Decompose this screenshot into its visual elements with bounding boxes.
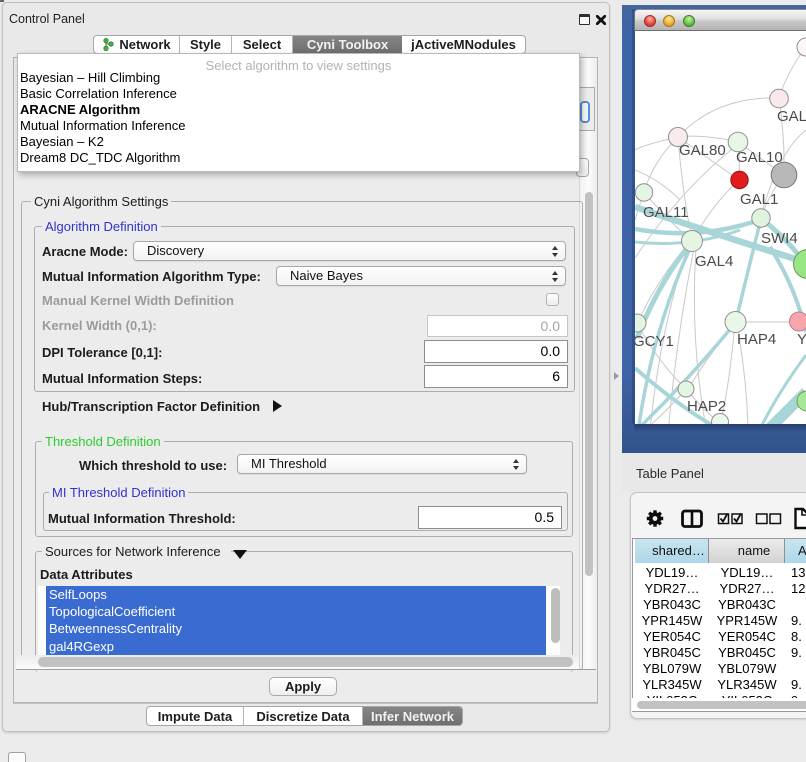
svg-text:SWI4: SWI4 [761, 230, 798, 247]
svg-text:GAL7: GAL7 [777, 108, 806, 125]
svg-text:GAL11: GAL11 [643, 204, 689, 221]
svg-text:GAL80: GAL80 [679, 142, 726, 159]
svg-text:HAP4: HAP4 [737, 331, 776, 348]
svg-text:GCY1: GCY1 [635, 333, 674, 350]
svg-text:GAL1: GAL1 [740, 191, 778, 208]
svg-text:HAP2: HAP2 [687, 398, 726, 415]
svg-text:GAL4: GAL4 [695, 253, 733, 270]
svg-text:GAL10: GAL10 [736, 149, 783, 166]
svg-text:Y: Y [797, 331, 806, 348]
